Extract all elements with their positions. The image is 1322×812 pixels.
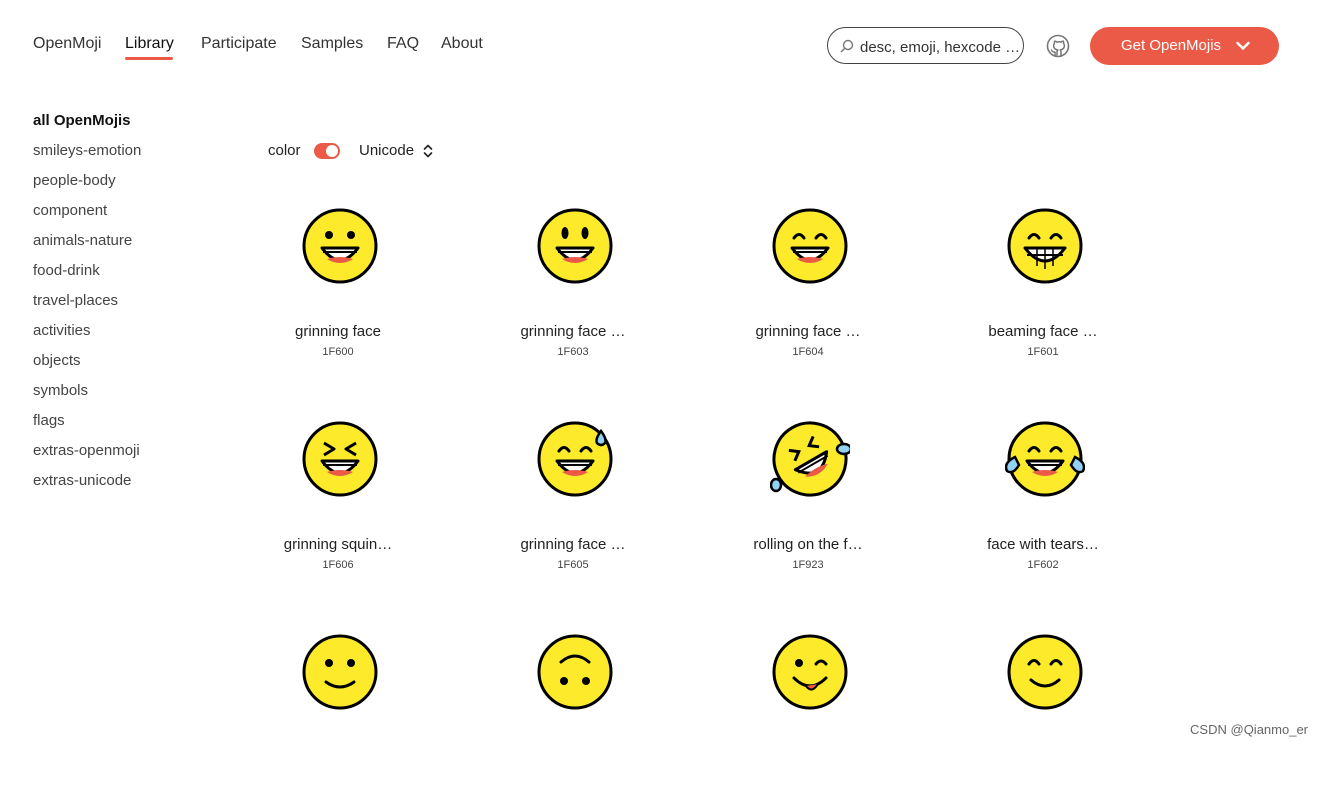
squinting-emoji-icon [302,421,378,497]
emoji-tile[interactable]: rolling on the f… 1F923 [718,419,898,599]
emoji-tile[interactable]: grinning face … 1F603 [483,206,663,386]
nav-openmoji[interactable]: OpenMoji [33,35,101,53]
nav-samples[interactable]: Samples [301,35,363,53]
color-toggle-label: color [268,142,301,159]
sort-updown-icon[interactable] [422,143,434,159]
emoji-tile[interactable]: beaming face … 1F601 [953,206,1133,386]
emoji-tile[interactable]: face with tears… 1F602 [953,419,1133,599]
rofl-emoji-icon [770,421,850,497]
emoji-name: grinning squin… [283,536,393,553]
get-openmojis-label: Get OpenMojis [1121,37,1222,54]
search-icon [840,39,854,53]
upside-down-emoji-icon [537,634,613,710]
emoji-hexcode: 1F600 [322,346,354,358]
beaming-emoji-icon [1007,208,1083,284]
sidebar-item-people-body[interactable]: people-body [33,172,116,189]
sidebar-item-activities[interactable]: activities [33,322,91,339]
emoji-hexcode: 1F606 [322,559,354,571]
smiling-eyes-calm-emoji-icon [1007,634,1083,710]
top-navigation: OpenMoji Library Participate Samples FAQ… [0,0,1322,90]
emoji-name: rolling on the f… [753,536,863,553]
emoji-tile[interactable]: grinning squin… 1F606 [248,419,428,599]
nav-about[interactable]: About [441,35,483,53]
emoji-tile[interactable] [483,632,663,812]
smiling-eyes-emoji-icon [772,208,848,284]
color-toggle[interactable] [314,143,340,159]
sidebar-item-smileys-emotion[interactable]: smileys-emotion [33,142,141,159]
sidebar-item-travel-places[interactable]: travel-places [33,292,118,309]
sidebar-item-objects[interactable]: objects [33,352,81,369]
sidebar-item-food-drink[interactable]: food-drink [33,262,100,279]
emoji-hexcode: 1F605 [557,559,589,571]
sidebar-item-extras-unicode[interactable]: extras-unicode [33,472,131,489]
emoji-tile[interactable]: grinning face … 1F605 [483,419,663,599]
sidebar-item-symbols[interactable]: symbols [33,382,88,399]
winking-emoji-icon [772,634,848,710]
emoji-name: grinning face … [520,536,626,553]
emoji-tile[interactable] [248,632,428,812]
emoji-name: grinning face … [520,323,626,340]
sort-select[interactable]: Unicode [359,142,414,159]
active-nav-underline [125,57,173,60]
emoji-hexcode: 1F601 [1027,346,1059,358]
tears-of-joy-emoji-icon [1005,421,1085,497]
emoji-name: grinning face … [755,323,861,340]
chevron-down-icon [1236,41,1250,50]
emoji-hexcode: 1F923 [792,559,824,571]
emoji-hexcode: 1F602 [1027,559,1059,571]
slight-smile-emoji-icon [302,634,378,710]
emoji-tile[interactable]: grinning face … 1F604 [718,206,898,386]
sidebar-item-all-openmojis[interactable]: all OpenMojis [33,112,131,129]
emoji-tile[interactable]: grinning face 1F600 [248,206,428,386]
watermark: CSDN @Qianmo_er [1190,722,1308,737]
nav-library[interactable]: Library [125,35,174,53]
emoji-tile[interactable] [718,632,898,812]
emoji-name: grinning face [295,323,381,340]
sidebar-item-component[interactable]: component [33,202,107,219]
sweat-emoji-icon [537,421,613,497]
search-box[interactable] [827,27,1024,64]
emoji-tile[interactable] [953,632,1133,812]
grinning-emoji-icon [302,208,378,284]
nav-faq[interactable]: FAQ [387,35,419,53]
emoji-hexcode: 1F603 [557,346,589,358]
big-eyes-emoji-icon [537,208,613,284]
emoji-name: face with tears… [987,536,1099,553]
sidebar-item-animals-nature[interactable]: animals-nature [33,232,132,249]
sidebar-item-flags[interactable]: flags [33,412,65,429]
nav-participate[interactable]: Participate [201,35,277,53]
sidebar-item-extras-openmoji[interactable]: extras-openmoji [33,442,140,459]
search-input[interactable] [858,35,1022,59]
toggle-knob [326,145,338,157]
emoji-name: beaming face … [988,323,1098,340]
github-icon[interactable] [1046,34,1070,58]
get-openmojis-button[interactable]: Get OpenMojis [1090,27,1279,65]
emoji-hexcode: 1F604 [792,346,824,358]
